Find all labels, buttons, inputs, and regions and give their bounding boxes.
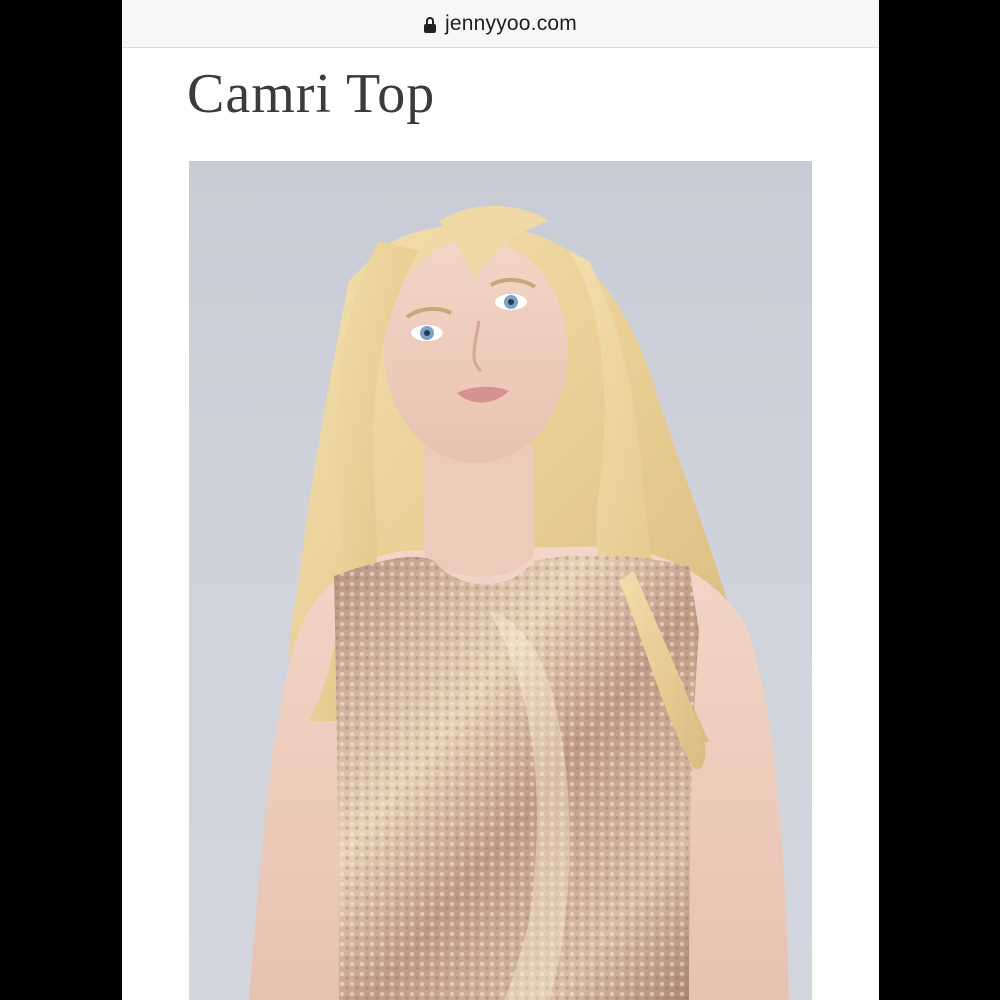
lock-icon	[424, 16, 437, 33]
browser-viewport: jennyyoo.com Camri Top	[122, 0, 879, 1000]
url-text[interactable]: jennyyoo.com	[445, 12, 577, 36]
product-title: Camri Top	[187, 63, 436, 125]
product-image[interactable]	[189, 161, 812, 1000]
address-bar[interactable]: jennyyoo.com	[122, 0, 879, 48]
